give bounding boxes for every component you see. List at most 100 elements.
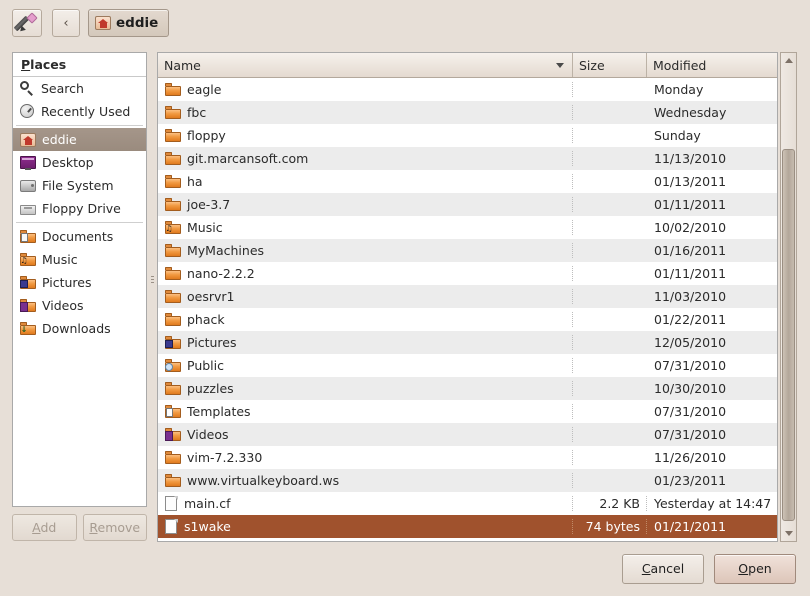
cell-name: floppy — [158, 128, 573, 143]
sidebar-item-documents[interactable]: Documents — [13, 225, 146, 248]
chevron-down-icon — [556, 62, 564, 68]
folder-icon — [165, 152, 181, 165]
table-row[interactable]: git.marcansoft.com 11/13/2010 — [158, 147, 777, 170]
cell-name: git.marcansoft.com — [158, 151, 573, 166]
file-icon — [165, 496, 178, 511]
file-name-label: Templates — [187, 404, 251, 419]
table-row[interactable]: main.cf 2.2 KB Yesterday at 14:47 — [158, 492, 777, 515]
sidebar-item-label: Pictures — [42, 275, 92, 290]
table-row[interactable]: Public 07/31/2010 — [158, 354, 777, 377]
file-name-label: Videos — [187, 427, 229, 442]
scrollbar-thumb[interactable] — [782, 149, 795, 521]
sidebar-item-pictures[interactable]: Pictures — [13, 271, 146, 294]
cell-name: ♫ Music — [158, 220, 573, 235]
chevron-left-icon: ‹ — [63, 15, 69, 31]
folder-icon — [165, 244, 181, 257]
cell-name: main.cf — [158, 496, 573, 511]
remove-bookmark-button[interactable]: Remove — [82, 514, 147, 541]
pane-splitter[interactable] — [149, 52, 155, 507]
file-name-label: Public — [187, 358, 224, 373]
table-row[interactable]: vim-7.2.330 11/26/2010 — [158, 446, 777, 469]
table-row[interactable]: Templates 07/31/2010 — [158, 400, 777, 423]
path-button-eddie[interactable]: eddie — [88, 9, 170, 37]
sidebar-item-downloads[interactable]: ↓ Downloads — [13, 317, 146, 340]
cell-modified: Wednesday — [654, 105, 727, 120]
cell-name: ha — [158, 174, 573, 189]
folder-icon — [165, 83, 181, 96]
sidebar-item-label: Search — [41, 81, 84, 96]
column-header-name[interactable]: Name — [158, 53, 573, 77]
cell-size: 74 bytes — [573, 519, 647, 534]
places-header-rest: laces — [30, 57, 67, 72]
chevron-up-icon — [784, 58, 793, 63]
back-button[interactable]: ‹ — [52, 9, 80, 37]
cell-modified: 01/21/2011 — [654, 519, 727, 534]
sidebar-item-search[interactable]: Search — [13, 77, 146, 100]
sidebar-item-floppy-drive[interactable]: Floppy Drive — [13, 197, 146, 220]
scroll-up-button[interactable] — [781, 53, 796, 68]
sidebar-buttons: Add Remove — [12, 514, 147, 541]
cancel-button[interactable]: Cancel — [622, 554, 704, 584]
sidebar-item-eddie[interactable]: eddie — [13, 128, 146, 151]
open-button[interactable]: Open — [714, 554, 796, 584]
file-name-label: joe-3.7 — [187, 197, 231, 212]
table-row[interactable]: phack 01/22/2011 — [158, 308, 777, 331]
table-row[interactable]: puzzles 10/30/2010 — [158, 377, 777, 400]
table-row[interactable]: ha 01/13/2011 — [158, 170, 777, 193]
public-folder-icon — [165, 359, 181, 372]
folder-icon — [165, 267, 181, 280]
sidebar-item-desktop[interactable]: Desktop — [13, 151, 146, 174]
edit-location-button[interactable] — [12, 9, 42, 37]
toolbar: ‹ eddie — [0, 0, 810, 46]
table-row[interactable]: eagle Monday — [158, 78, 777, 101]
file-list-header: Name Size Modified — [158, 53, 777, 78]
table-row[interactable]: oesrvr1 11/03/2010 — [158, 285, 777, 308]
column-header-modified[interactable]: Modified — [647, 53, 777, 77]
cell-modified: 12/05/2010 — [654, 335, 727, 350]
music-folder-icon: ♫ — [20, 253, 36, 266]
file-name-label: eagle — [187, 82, 222, 97]
folder-icon — [165, 313, 181, 326]
table-row[interactable]: nano-2.2.2 01/11/2011 — [158, 262, 777, 285]
cell-modified: 07/31/2010 — [654, 358, 727, 373]
cell-modified: 10/30/2010 — [654, 381, 727, 396]
cell-modified: 11/03/2010 — [654, 289, 727, 304]
table-row[interactable]: ♫ Music 10/02/2010 — [158, 216, 777, 239]
cell-name: joe-3.7 — [158, 197, 573, 212]
videos-folder-icon — [20, 299, 36, 312]
remove-button-rest: emove — [97, 520, 141, 535]
folder-icon — [165, 106, 181, 119]
sidebar-item-label: Desktop — [42, 155, 94, 170]
downloads-folder-icon: ↓ — [20, 322, 36, 335]
sidebar-item-music[interactable]: ♫ Music — [13, 248, 146, 271]
column-header-size[interactable]: Size — [573, 53, 647, 77]
cell-modified: 01/13/2011 — [654, 174, 727, 189]
cell-name: phack — [158, 312, 573, 327]
hard-drive-icon — [20, 179, 36, 193]
cell-name: fbc — [158, 105, 573, 120]
table-row[interactable]: Videos 07/31/2010 — [158, 423, 777, 446]
table-row[interactable]: floppy Sunday — [158, 124, 777, 147]
cell-name: Public — [158, 358, 573, 373]
file-list-scrollbar[interactable] — [780, 52, 797, 542]
table-row[interactable]: joe-3.7 01/11/2011 — [158, 193, 777, 216]
path-button-label: eddie — [116, 15, 159, 31]
sidebar-item-videos[interactable]: Videos — [13, 294, 146, 317]
table-row[interactable]: www.virtualkeyboard.ws 01/23/2011 — [158, 469, 777, 492]
sidebar-item-file-system[interactable]: File System — [13, 174, 146, 197]
sidebar-item-recently-used[interactable]: Recently Used — [13, 100, 146, 123]
cell-name: eagle — [158, 82, 573, 97]
table-row[interactable]: Pictures 12/05/2010 — [158, 331, 777, 354]
table-row[interactable]: MyMachines 01/16/2011 — [158, 239, 777, 262]
column-header-size-label: Size — [579, 57, 605, 73]
scroll-down-button[interactable] — [781, 526, 796, 541]
documents-folder-icon — [20, 230, 36, 243]
table-row[interactable]: s1wake 74 bytes 01/21/2011 — [158, 515, 777, 538]
folder-icon — [165, 175, 181, 188]
table-row[interactable]: fbc Wednesday — [158, 101, 777, 124]
file-name-label: main.cf — [184, 496, 231, 511]
add-bookmark-button[interactable]: Add — [12, 514, 77, 541]
folder-icon — [165, 198, 181, 211]
sidebar-item-label: File System — [42, 178, 114, 193]
videos-folder-icon — [165, 428, 181, 441]
